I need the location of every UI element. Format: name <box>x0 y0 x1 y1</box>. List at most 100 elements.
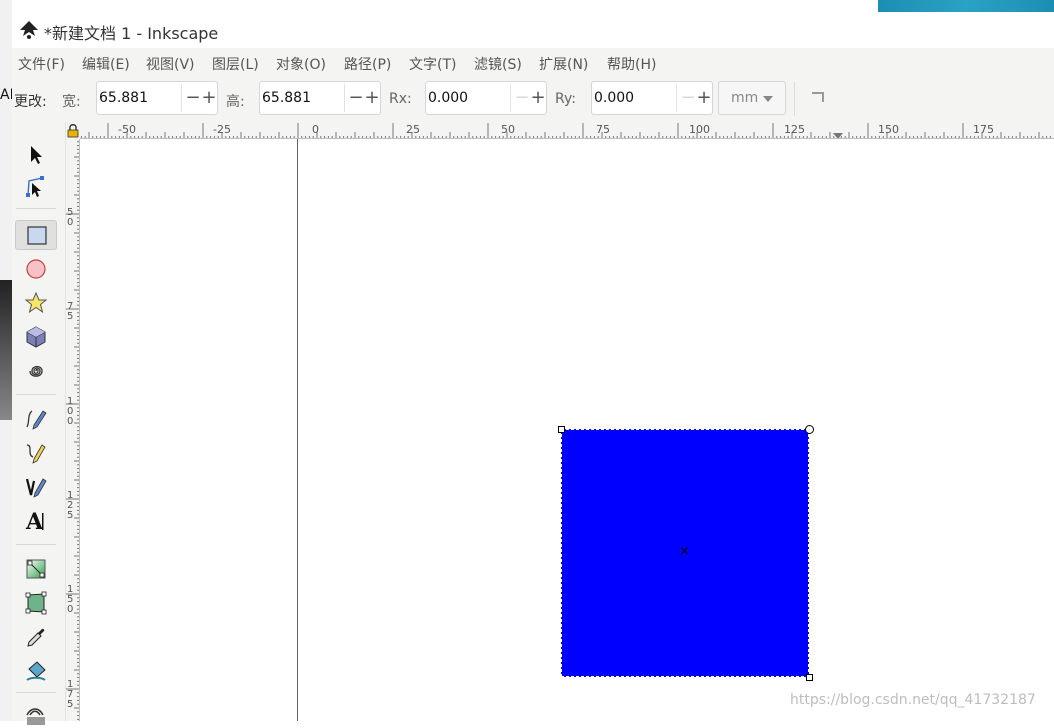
node-tool-icon <box>26 176 44 197</box>
ruler-label: 75 <box>596 123 610 136</box>
pencil-tool-icon <box>26 410 47 430</box>
inkscape-logo-icon <box>18 20 40 40</box>
star-tool-button[interactable] <box>15 288 57 318</box>
menu-filters[interactable]: 滤镜(S) <box>474 54 522 74</box>
menu-object[interactable]: 对象(O) <box>276 54 326 74</box>
guide-lock-icon[interactable] <box>66 122 80 139</box>
tweak-tool-button[interactable] <box>15 698 57 728</box>
title-bar: *新建文档 1 - Inkscape <box>12 12 1054 48</box>
resize-handle-top-left[interactable] <box>558 426 565 433</box>
dropper-tool-button[interactable] <box>15 622 57 652</box>
selector-tool-icon <box>31 146 42 164</box>
unit-dropdown[interactable]: mm <box>718 81 786 115</box>
rotation-center-icon[interactable]: × <box>679 544 690 559</box>
gradient-tool-icon <box>26 559 46 579</box>
background-image-strip <box>0 280 12 420</box>
paint-bucket-tool-button[interactable] <box>15 656 57 686</box>
page-border <box>297 139 298 721</box>
ruler-label: 1 0 0 <box>67 396 74 427</box>
menu-edit[interactable]: 编辑(E) <box>82 54 130 74</box>
vertical-ruler[interactable]: 5 0 7 5 1 0 0 1 2 5 1 5 0 1 7 5 <box>66 139 80 721</box>
toolbar-separator <box>794 82 795 116</box>
ruler-label: 0 <box>312 123 319 136</box>
ellipse-tool-icon <box>26 259 46 279</box>
width-value[interactable]: 65.881 <box>99 90 148 106</box>
ry-decrement-button[interactable]: − <box>680 87 696 109</box>
pen-tool-icon <box>26 444 46 464</box>
menu-extensions[interactable]: 扩展(N) <box>539 54 588 74</box>
height-value[interactable]: 65.881 <box>262 90 311 106</box>
ruler-label: -25 <box>213 123 231 136</box>
width-increment-button[interactable]: + <box>201 87 217 109</box>
mesh-tool-button[interactable] <box>15 588 57 618</box>
ellipse-tool-button[interactable] <box>15 254 57 284</box>
dropper-tool-icon <box>27 628 45 647</box>
ruler-label: 25 <box>406 123 420 136</box>
ruler-label: 100 <box>689 123 710 136</box>
rx-decrement-button[interactable]: − <box>514 87 530 109</box>
menu-bar: 文件(F) 编辑(E) 视图(V) 图层(L) 对象(O) 路径(P) 文字(T… <box>12 48 1054 76</box>
rx-value[interactable]: 0.000 <box>428 90 468 106</box>
text-tool-icon: A <box>25 509 44 533</box>
ry-value[interactable]: 0.000 <box>594 90 634 106</box>
width-spinbox[interactable]: 65.881 − + <box>96 81 218 115</box>
radius-handle-top-right[interactable] <box>805 425 814 434</box>
ruler-label: 50 <box>501 123 515 136</box>
ry-spinbox[interactable]: 0.000 − + <box>591 81 713 115</box>
ruler-label: 150 <box>878 123 899 136</box>
drawing-canvas[interactable]: × <box>80 139 1054 721</box>
rectangle-tool-icon <box>27 226 47 245</box>
menu-file[interactable]: 文件(F) <box>18 54 65 74</box>
horizontal-ruler[interactable]: -50 -25 0 25 50 75 100 125 150 175 <box>80 122 1054 139</box>
star-tool-icon <box>25 291 47 314</box>
background-window-topright <box>878 0 1054 12</box>
rx-spinbox[interactable]: 0.000 − + <box>425 81 547 115</box>
tool-controls-bar: 更改: 宽: 65.881 − + 高: 65.881 − + Rx: 0.00… <box>12 76 1054 122</box>
rx-increment-button[interactable]: + <box>530 87 546 109</box>
height-increment-button[interactable]: + <box>364 87 380 109</box>
mesh-tool-icon <box>25 591 47 615</box>
pen-tool-button[interactable] <box>15 438 57 468</box>
ruler-label: -50 <box>118 123 136 136</box>
unit-value: mm <box>731 90 759 106</box>
menu-help[interactable]: 帮助(H) <box>607 54 656 74</box>
width-label: 宽: <box>62 94 81 110</box>
calligraphy-tool-icon <box>25 478 47 498</box>
text-tool-button[interactable]: A <box>15 506 57 536</box>
ruler-label: 1 7 5 <box>67 679 74 710</box>
ry-increment-button[interactable]: + <box>696 87 712 109</box>
ruler-label: 1 2 5 <box>67 490 74 521</box>
calligraphy-tool-button[interactable] <box>15 472 57 502</box>
ruler-label: 5 0 <box>67 207 74 228</box>
paint-bucket-tool-icon <box>26 661 46 681</box>
spiral-tool-icon <box>29 365 43 377</box>
3d-box-tool-icon <box>26 326 46 348</box>
rx-label: Rx: <box>389 91 412 107</box>
chevron-down-icon <box>763 96 773 102</box>
toolbox: A <box>12 122 66 725</box>
menu-layer[interactable]: 图层(L) <box>212 54 259 74</box>
watermark-text: https://blog.csdn.net/qq_41732187 <box>790 692 1036 708</box>
ruler-label: 7 5 <box>67 301 74 322</box>
spiral-tool-button[interactable] <box>15 356 57 386</box>
svg-text:A: A <box>25 509 44 533</box>
node-tool-button[interactable] <box>15 172 57 202</box>
3d-box-tool-button[interactable] <box>15 322 57 352</box>
resize-handle-bottom-right[interactable] <box>806 674 813 681</box>
width-decrement-button[interactable]: − <box>185 87 201 109</box>
height-decrement-button[interactable]: − <box>348 87 364 109</box>
reset-corners-icon[interactable] <box>812 92 824 102</box>
selector-tool-button[interactable] <box>15 140 57 170</box>
menu-path[interactable]: 路径(P) <box>344 54 391 74</box>
tweak-tool-icon <box>26 708 45 725</box>
menu-view[interactable]: 视图(V) <box>146 54 195 74</box>
gradient-tool-button[interactable] <box>15 554 57 584</box>
height-spinbox[interactable]: 65.881 − + <box>259 81 381 115</box>
height-label: 高: <box>226 94 245 110</box>
change-label: 更改: <box>14 94 47 110</box>
ruler-label: 125 <box>784 123 805 136</box>
rectangle-tool-button[interactable] <box>15 220 57 250</box>
menu-text[interactable]: 文字(T) <box>409 54 456 74</box>
inkscape-window: *新建文档 1 - Inkscape 文件(F) 编辑(E) 视图(V) 图层(… <box>12 12 1054 725</box>
pencil-tool-button[interactable] <box>15 404 57 434</box>
